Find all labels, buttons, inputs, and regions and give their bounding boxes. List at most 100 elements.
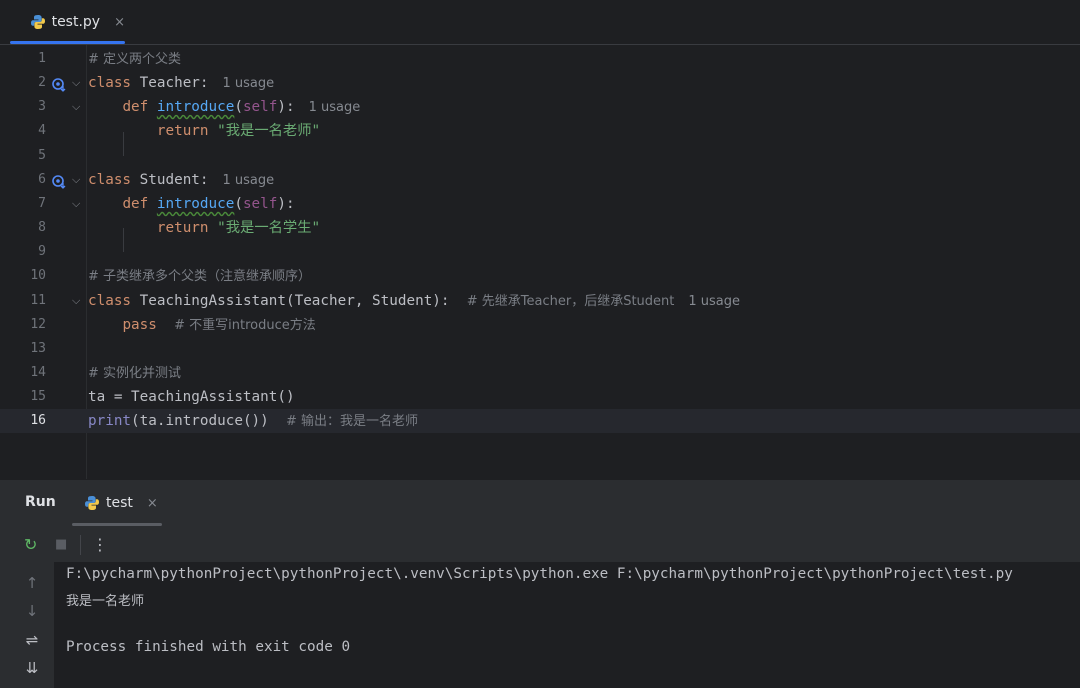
keyword: return <box>156 123 209 140</box>
close-icon[interactable]: × <box>147 496 158 511</box>
rerun-icon[interactable]: ↻ <box>24 528 37 562</box>
scroll-to-end-icon[interactable]: ⇊ <box>22 659 42 677</box>
toolbar-divider <box>80 535 81 555</box>
line-number: 5 <box>38 147 46 163</box>
line-number: 4 <box>38 123 46 139</box>
run-toolbar: ↻ ■ ⋮ <box>0 528 1080 562</box>
active-run-tab-indicator <box>72 523 162 526</box>
paren: ( <box>234 195 243 212</box>
line-number: 13 <box>30 340 46 356</box>
keyword: def <box>122 99 149 116</box>
class-declaration: Student: <box>131 171 209 188</box>
code-content: def introduce(self): <box>88 192 294 216</box>
stop-icon[interactable]: ■ <box>55 528 67 562</box>
class-declaration: TeachingAssistant(Teacher, Student): <box>131 292 450 309</box>
fold-chevron-icon[interactable]: ⌵ <box>72 71 80 95</box>
code-line[interactable]: 1 # 定义两个父类 <box>0 47 1080 71</box>
run-tab-label: test <box>106 495 133 511</box>
usage-hint: 1 usage <box>222 172 275 188</box>
line-number: 15 <box>30 389 46 405</box>
code-content: # 实例化并测试 <box>88 361 181 386</box>
code-content: print(ta.introduce()) # 输出：我是一名老师 <box>88 409 418 434</box>
paren: ): <box>277 99 295 116</box>
code-line[interactable]: 5 <box>0 144 1080 168</box>
fold-chevron-icon[interactable]: ⌵ <box>72 289 80 313</box>
builtin-function: print <box>88 413 132 430</box>
keyword: return <box>156 220 209 237</box>
code-content: pass # 不重写introduce方法 <box>88 313 316 338</box>
code-line[interactable]: 14 # 实例化并测试 <box>0 361 1080 385</box>
python-file-icon <box>30 14 46 30</box>
code-line[interactable]: 8 return "我是一名学生" <box>0 216 1080 240</box>
code-line[interactable]: 15 ta = TeachingAssistant() <box>0 385 1080 409</box>
code-line[interactable]: 6 ⌵ class Student: 1 usage <box>0 168 1080 192</box>
self-param: self <box>242 195 278 212</box>
usage-hint: 1 usage <box>308 100 361 116</box>
class-declaration: Teacher: <box>131 75 209 92</box>
editor-tab-label: test.py <box>51 14 101 30</box>
line-number: 8 <box>38 220 46 236</box>
run-panel-title: Run <box>25 494 56 510</box>
function-name: introduce <box>156 195 235 212</box>
line-number: 14 <box>30 364 46 380</box>
more-options-icon[interactable]: ⋮ <box>92 528 108 562</box>
line-number: 3 <box>38 99 46 115</box>
soft-wrap-icon[interactable]: ⇌ <box>22 631 42 649</box>
string-literal: "我是一名学生" <box>217 220 321 237</box>
code-content: class TeachingAssistant(Teacher, Student… <box>88 289 740 314</box>
line-number: 10 <box>30 268 46 284</box>
active-tab-indicator <box>10 41 125 44</box>
code-line[interactable]: 13 <box>0 337 1080 361</box>
code-line[interactable]: 4 return "我是一名老师" <box>0 119 1080 143</box>
code-content: class Student: 1 usage <box>88 168 274 193</box>
code-line[interactable]: 12 pass # 不重写introduce方法 <box>0 313 1080 337</box>
editor-tab-test-py[interactable]: test.py × <box>10 0 125 44</box>
console-line: Process finished with exit code 0 <box>66 638 351 655</box>
implemented-subclass-icon[interactable] <box>52 173 66 189</box>
code-content: ta = TeachingAssistant() <box>88 385 295 409</box>
keyword: pass <box>122 316 157 333</box>
keyword: class <box>88 75 132 92</box>
console-line: F:\pycharm\pythonProject\pythonProject\.… <box>66 566 1013 582</box>
code-line[interactable]: 16 print(ta.introduce()) # 输出：我是一名老师 <box>0 409 1080 434</box>
arrow-down-icon[interactable]: ↓ <box>22 602 42 620</box>
code-line[interactable]: 3 ⌵ def introduce(self): 1 usage <box>0 95 1080 119</box>
line-number: 12 <box>30 316 46 332</box>
run-tab-test[interactable]: test × <box>72 480 162 526</box>
console-side-toolbar: ↑ ↓ ⇌ ⇊ <box>0 562 54 688</box>
keyword: def <box>122 195 149 212</box>
line-number: 6 <box>38 171 46 187</box>
line-number: 16 <box>30 413 46 429</box>
code-content: # 定义两个父类 <box>88 47 181 72</box>
code-content: # 子类继承多个父类（注意继承顺序） <box>88 264 311 289</box>
implemented-subclass-icon[interactable] <box>52 76 66 93</box>
line-number: 11 <box>30 292 46 308</box>
editor-tab-bar <box>0 0 1080 45</box>
string-literal: "我是一名老师" <box>217 123 321 140</box>
code-text: ta = TeachingAssistant() <box>88 389 295 406</box>
code-line[interactable]: 7 ⌵ def introduce(self): <box>0 192 1080 216</box>
indent-guide <box>123 228 124 253</box>
usage-hint: 1 usage <box>688 293 741 309</box>
code-content: def introduce(self): 1 usage <box>88 95 360 120</box>
line-number: 9 <box>38 244 46 260</box>
code-line[interactable]: 2 ⌵ class Teacher: 1 usage <box>0 71 1080 95</box>
console-line: 我是一名老师 <box>66 594 145 610</box>
code-line[interactable]: 9 <box>0 240 1080 264</box>
comment: # 定义两个父类 <box>88 52 182 67</box>
fold-chevron-icon[interactable]: ⌵ <box>72 95 80 119</box>
self-param: self <box>242 99 278 116</box>
comment: # 子类继承多个父类（注意继承顺序） <box>88 269 312 285</box>
arrow-up-icon[interactable]: ↑ <box>22 574 42 592</box>
close-icon[interactable]: × <box>114 15 125 30</box>
code-line[interactable]: 11 ⌵ class TeachingAssistant(Teacher, Stud… <box>0 289 1080 313</box>
code-text: (ta.introduce()) <box>131 413 269 430</box>
usage-hint: 1 usage <box>222 76 275 92</box>
fold-chevron-icon[interactable]: ⌵ <box>72 168 80 192</box>
code-line[interactable]: 10 # 子类继承多个父类（注意继承顺序） <box>0 264 1080 288</box>
comment: # 输出：我是一名老师 <box>286 414 419 430</box>
code-content: class Teacher: 1 usage <box>88 71 274 96</box>
fold-chevron-icon[interactable]: ⌵ <box>72 192 80 216</box>
python-run-icon <box>84 495 100 511</box>
comment: # 不重写introduce方法 <box>174 317 316 333</box>
